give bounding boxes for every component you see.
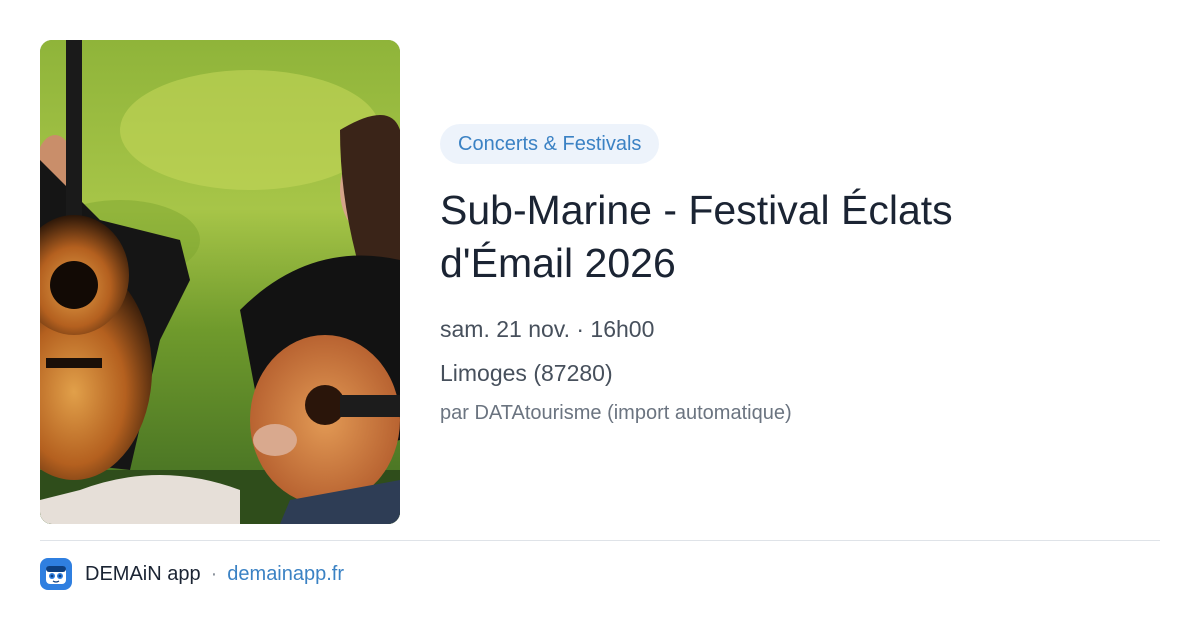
event-source: par DATAtourisme (import automatique) [440,402,792,424]
footer-divider [40,540,1160,541]
app-domain-link[interactable]: demainapp.fr [227,563,344,586]
event-title[interactable]: Sub-Marine - Festival Éclats d'Émail 202… [440,184,1060,290]
category-badge[interactable]: Concerts & Festivals [440,124,660,164]
footer-separator: · [210,562,218,585]
event-location: Limoges (87280) [440,360,613,386]
app-name: DEMAiN app [85,562,201,585]
footer: DEMAiN app · demainapp.fr [40,558,344,590]
event-date-time: sam. 21 nov. · 16h00 [440,316,655,342]
event-photo [40,40,400,524]
event-info: Concerts & Festivals Sub-Marine - Festiv… [440,124,1140,426]
demain-app-icon [40,558,72,590]
